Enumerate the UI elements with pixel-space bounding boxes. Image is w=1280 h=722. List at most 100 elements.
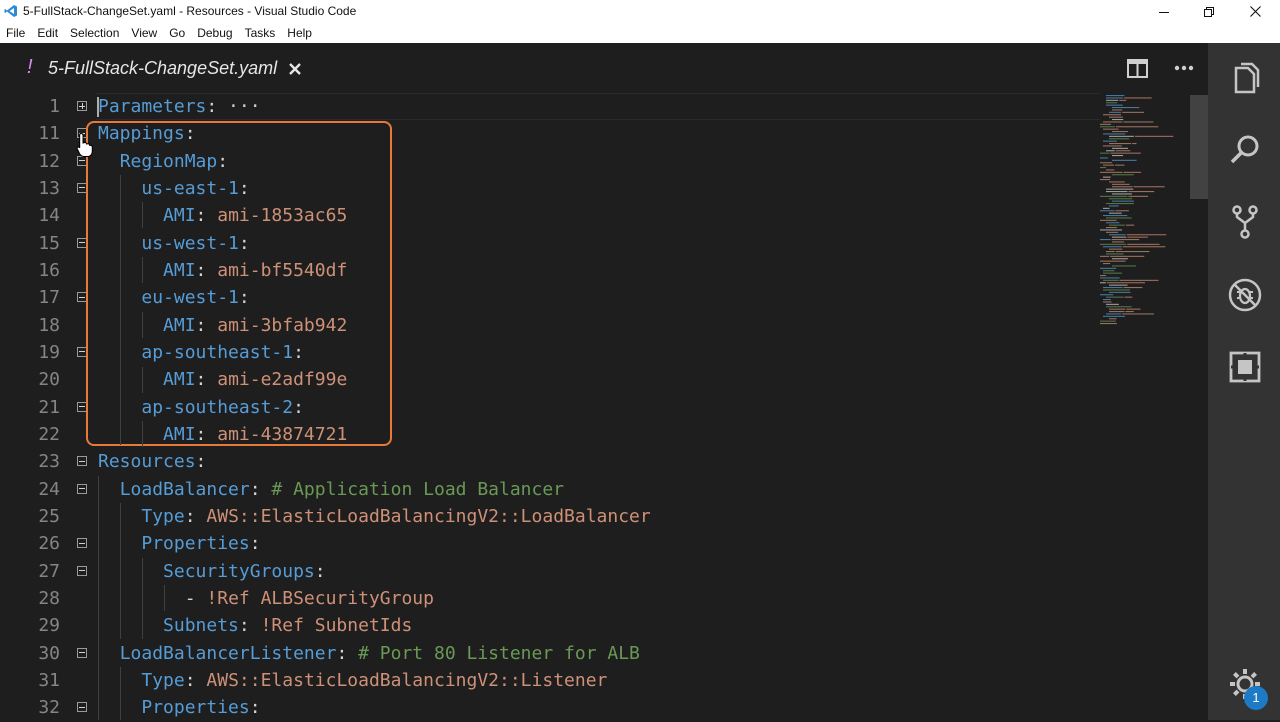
minimap-line <box>1106 99 1119 101</box>
collapse-fold-icon[interactable] <box>77 483 87 494</box>
code-token: Properties <box>141 533 250 555</box>
extensions-icon[interactable] <box>1226 348 1264 386</box>
minimap-line <box>1100 126 1116 128</box>
line-number: 24 <box>38 478 60 500</box>
source-control-icon[interactable] <box>1226 203 1264 241</box>
minimap-line <box>1109 234 1126 236</box>
collapse-fold-icon[interactable] <box>77 702 87 713</box>
code-token: Resources <box>98 451 196 473</box>
debug-icon[interactable] <box>1226 276 1264 314</box>
minimap-line <box>1112 200 1134 202</box>
collapse-fold-icon[interactable] <box>77 456 87 467</box>
code-line[interactable]: 27 SecurityGroups: <box>0 558 1100 585</box>
line-number: 18 <box>38 314 60 336</box>
line-number: 14 <box>38 205 60 227</box>
code-line[interactable]: 29 Subnets: !Ref SubnetIds <box>0 612 1100 639</box>
code-line[interactable]: 31 Type: AWS::ElasticLoadBalancingV2::Li… <box>0 667 1100 694</box>
minimap-line <box>1112 131 1128 133</box>
code-token: - <box>184 587 207 609</box>
minimap-line <box>1103 140 1117 142</box>
minimap-line <box>1106 227 1117 229</box>
code-token: Type <box>141 505 185 527</box>
modified-indicator: ! <box>27 56 33 78</box>
indent-guide <box>142 312 143 338</box>
minimap-line <box>1132 143 1137 145</box>
menu-file[interactable]: File <box>0 23 31 43</box>
line-number: 15 <box>38 232 60 254</box>
hand-cursor-icon <box>76 132 93 157</box>
minimap-line <box>1109 248 1123 250</box>
code-token: : <box>195 451 207 473</box>
code-line[interactable]: 24 LoadBalancer: # Application Load Bala… <box>0 476 1100 503</box>
minimap-line <box>1109 111 1122 113</box>
code-token: Type <box>141 669 185 691</box>
explorer-icon[interactable] <box>1226 60 1264 98</box>
scrollbar-thumb[interactable] <box>1190 95 1208 199</box>
code-token: LoadBalancerListener <box>119 642 337 664</box>
expand-fold-icon[interactable] <box>77 101 87 111</box>
code-line[interactable]: 26 Properties: <box>0 530 1100 557</box>
menu-selection[interactable]: Selection <box>64 23 125 43</box>
code-token: : <box>249 478 272 500</box>
minimap-line <box>1109 198 1133 200</box>
minimap-line <box>1109 138 1130 140</box>
minimap-line <box>1106 306 1132 308</box>
minimap-line <box>1109 318 1117 320</box>
line-number: 28 <box>38 587 60 609</box>
code-text: - !Ref ALBSecurityGroup <box>98 585 434 612</box>
menu-view[interactable]: View <box>125 23 163 43</box>
minimap-line <box>1103 164 1115 166</box>
collapse-fold-icon[interactable] <box>77 538 87 549</box>
search-icon[interactable] <box>1226 131 1264 169</box>
menu-edit[interactable]: Edit <box>31 23 64 43</box>
collapse-fold-icon[interactable] <box>77 647 87 658</box>
tab-5-fullstack-changeset[interactable]: ! 5-FullStack-ChangeSet.yaml <box>0 43 316 93</box>
code-text: Type: AWS::ElasticLoadBalancingV2::Liste… <box>98 667 607 694</box>
minimap-line <box>1115 210 1129 212</box>
minimap[interactable] <box>1098 93 1190 333</box>
minimap-line <box>1103 215 1128 217</box>
minimap-line <box>1112 107 1140 109</box>
code-line[interactable]: 32 Properties: <box>0 694 1100 721</box>
code-line[interactable]: 25 Type: AWS::ElasticLoadBalancingV2::Lo… <box>0 503 1100 530</box>
notification-badge[interactable]: 1 <box>1244 686 1268 710</box>
minimap-line <box>1106 191 1128 193</box>
code-line[interactable]: 23 Resources: <box>0 448 1100 475</box>
code-line[interactable]: 28 - !Ref ALBSecurityGroup <box>0 585 1100 612</box>
menu-go[interactable]: Go <box>163 23 191 43</box>
indent-guide <box>142 558 143 639</box>
collapse-fold-icon[interactable] <box>77 565 87 576</box>
restore-icon <box>1204 6 1214 17</box>
minimap-line <box>1100 277 1120 279</box>
code-token: Subnets <box>163 615 239 637</box>
menu-debug[interactable]: Debug <box>191 23 238 43</box>
minimap-line <box>1100 229 1123 231</box>
minimap-line <box>1100 157 1108 159</box>
activity-bar <box>1208 43 1280 720</box>
minimap-line <box>1124 97 1152 99</box>
restore-button[interactable] <box>1186 0 1232 23</box>
minimap-line <box>1109 224 1126 226</box>
more-actions-icon[interactable] <box>1174 65 1194 71</box>
menu-help[interactable]: Help <box>281 23 318 43</box>
close-tab-icon[interactable] <box>286 60 304 78</box>
close-window-button[interactable] <box>1232 0 1278 23</box>
indent-guide <box>142 421 143 447</box>
minimap-line <box>1122 111 1145 113</box>
minimize-button[interactable] <box>1141 0 1187 23</box>
minimap-line <box>1109 284 1128 286</box>
line-number: 32 <box>38 697 60 719</box>
minimap-line <box>1122 313 1154 315</box>
indent-guide <box>120 175 121 445</box>
menu-tasks[interactable]: Tasks <box>239 23 282 43</box>
code-line[interactable]: 30 LoadBalancerListener: # Port 80 Liste… <box>0 640 1100 667</box>
line-number: 23 <box>38 451 60 473</box>
minimap-line <box>1103 270 1115 272</box>
minimap-line <box>1115 150 1131 152</box>
split-editor-icon[interactable] <box>1127 59 1148 78</box>
line-number: 20 <box>38 369 60 391</box>
line-number: 27 <box>38 560 60 582</box>
code-text: SecurityGroups: <box>98 558 326 585</box>
